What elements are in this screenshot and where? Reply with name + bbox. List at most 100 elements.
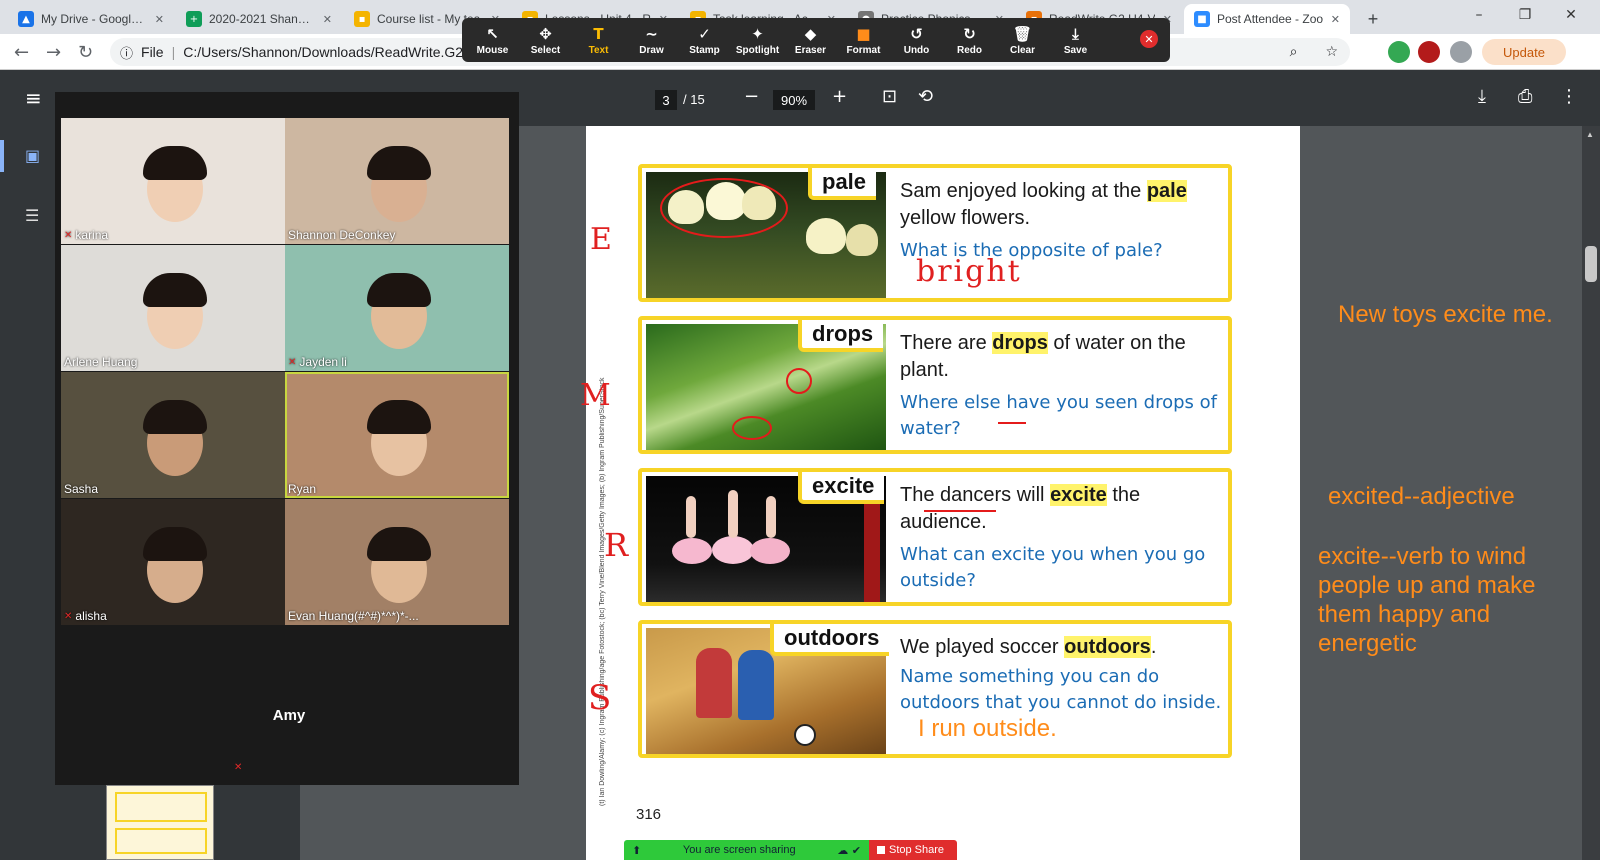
info-icon[interactable]: ⓘ (120, 43, 133, 62)
zoom-icon[interactable]: ⌕ (1290, 44, 1298, 60)
tool-format[interactable]: ■ Format (837, 25, 890, 56)
ublock-icon[interactable] (1418, 41, 1440, 63)
stop-share-button[interactable]: Stop Share (869, 840, 957, 860)
tool-stamp[interactable]: ✓ Stamp (678, 25, 731, 56)
share-icon: ⬆ (632, 843, 642, 857)
new-tab-button[interactable]: + (1358, 4, 1388, 34)
video-tile-2[interactable]: Arlene Huang (61, 245, 285, 371)
video-tile-6[interactable]: ✕ alisha (61, 499, 285, 625)
update-button[interactable]: Update (1482, 39, 1566, 65)
restore-icon[interactable]: ❐ (1502, 0, 1548, 30)
rotate-icon[interactable]: ⟲ (918, 86, 933, 107)
word-outdoors: outdoors (770, 624, 890, 656)
sharing-text: You are screen sharing (682, 844, 796, 856)
tool-select[interactable]: ✥ Select (519, 25, 572, 56)
participant-hair (367, 400, 431, 434)
tab-close-icon[interactable]: ✕ (155, 13, 164, 26)
shield-icon: ☁ ✔ (837, 843, 861, 857)
video-tile-7[interactable]: Evan Huang(#^#)*^*)*-... (285, 499, 509, 625)
thumbnail-icon[interactable]: ▣ (25, 146, 40, 165)
video-tile-4[interactable]: Sasha (61, 372, 285, 498)
video-tile-0[interactable]: ✕ karina (61, 118, 285, 244)
extension-icon[interactable] (1388, 41, 1410, 63)
ink-letter-r: R (604, 526, 629, 564)
print-icon[interactable]: ⎙ (1518, 86, 1532, 107)
zoom-out-icon[interactable]: − (744, 86, 759, 107)
save-icon: ⤓ (1072, 24, 1079, 43)
tool-eraser[interactable]: ◆ Eraser (784, 25, 837, 56)
participant-name: Amy (272, 707, 306, 724)
forward-icon[interactable]: → (46, 42, 61, 63)
tab-7[interactable]: ■ Post Attendee - Zoo ✕ (1184, 4, 1350, 34)
tool-redo[interactable]: ↻ Redo (943, 25, 996, 56)
tab-0[interactable]: ▲ My Drive - Google D ✕ (8, 4, 174, 34)
tab-close-icon[interactable]: ✕ (323, 13, 332, 26)
star-icon[interactable]: ☆ (1325, 44, 1338, 60)
participant-name-tag: ✕ karina (64, 228, 108, 242)
tool-draw[interactable]: ∼ Draw (625, 25, 678, 56)
participant-hair (143, 400, 207, 434)
zoom-in-icon[interactable]: + (832, 86, 847, 107)
stamp-icon: ✓ (698, 24, 711, 43)
note-adjective: excited--adjective (1328, 483, 1515, 510)
reload-icon[interactable]: ↻ (78, 42, 93, 63)
fit-page-icon[interactable]: ⊡ (882, 86, 897, 107)
video-tile-5[interactable]: Ryan (285, 372, 509, 498)
question-excite: What can excite you when you go outside? (900, 544, 1206, 591)
sentence-drops: There are drops of water on the plant. (900, 332, 1186, 381)
sentence-outdoors: We played soccer outdoors. (900, 636, 1157, 658)
stop-icon (877, 846, 885, 854)
menu-icon[interactable]: ≡ (25, 86, 42, 110)
tab-favicon-icon: ■ (1194, 11, 1210, 27)
back-icon[interactable]: ← (14, 42, 29, 63)
question-drops: Where else have you seen drops of water? (900, 392, 1217, 439)
video-tile-3[interactable]: ✕ Jayden li (285, 245, 509, 371)
screen-sharing-status: ⬆ You are screen sharing ☁ ✔ (624, 840, 869, 860)
tool-mouse[interactable]: ↖ Mouse (466, 25, 519, 56)
pdf-scrollbar[interactable]: ▲ (1582, 126, 1600, 860)
vocab-card-excite: excite The dancers will excite the audie… (638, 468, 1232, 606)
page-thumbnail[interactable] (106, 785, 214, 860)
undo-icon: ↺ (910, 24, 923, 43)
tab-1[interactable]: +2020-2021 Shannon ✕ (176, 4, 342, 34)
tool-save[interactable]: ⤓ Save (1049, 25, 1102, 56)
puzzle-icon[interactable] (1450, 41, 1472, 63)
outline-icon[interactable]: ☰ (25, 206, 39, 225)
download-icon[interactable]: ⤓ (1478, 86, 1486, 107)
ink-letter-e: E (590, 222, 612, 257)
tab-close-icon[interactable]: ✕ (1331, 13, 1340, 26)
sentence-excite: The dancers will excite the audience. (900, 484, 1141, 533)
more-icon[interactable]: ⋮ (1560, 86, 1578, 107)
sentence-pale: Sam enjoyed looking at the pale yellow f… (900, 180, 1187, 229)
word-excite: excite (798, 472, 885, 504)
participant-name-tag: ✕ Jayden li (288, 355, 347, 369)
participant-name-tag: Evan Huang(#^#)*^*)*-... (288, 609, 419, 623)
participant-name-tag: ✕ alisha (64, 609, 107, 623)
tool-label: Draw (639, 44, 664, 56)
video-tile-amy[interactable]: Amy ✕ (176, 657, 402, 783)
screen-share-bar: ⬆ You are screen sharing ☁ ✔ Stop Share (624, 840, 968, 860)
format-icon: ■ (856, 24, 871, 43)
video-tile-1[interactable]: Shannon DeConkey (285, 118, 509, 244)
participant-hair (143, 273, 207, 307)
zoom-input[interactable]: 90% (773, 90, 815, 110)
page-number-input[interactable]: 3 (655, 90, 677, 110)
participant-hair (143, 527, 207, 561)
participant-name: Ryan (288, 482, 317, 496)
minimize-icon[interactable]: – (1456, 0, 1502, 30)
participant-hair (367, 273, 431, 307)
participant-name: Arlene Huang (64, 355, 138, 369)
spotlight-icon: ✦ (751, 24, 764, 43)
scroll-thumb[interactable] (1585, 246, 1597, 282)
close-annotation-icon[interactable]: ✕ (1140, 30, 1158, 48)
scroll-up-icon[interactable]: ▲ (1586, 130, 1594, 139)
tool-spotlight[interactable]: ✦ Spotlight (731, 25, 784, 56)
muted-mic-icon: ✕ (64, 229, 73, 241)
tool-clear[interactable]: 🗑 Clear (996, 25, 1049, 56)
tool-text[interactable]: T Text (572, 25, 625, 56)
close-window-icon[interactable]: ✕ (1548, 0, 1594, 30)
ink-letter-m: M (580, 378, 611, 413)
participant-name-tag: Ryan (288, 482, 316, 496)
tool-label: Eraser (794, 44, 827, 56)
tool-undo[interactable]: ↺ Undo (890, 25, 943, 56)
